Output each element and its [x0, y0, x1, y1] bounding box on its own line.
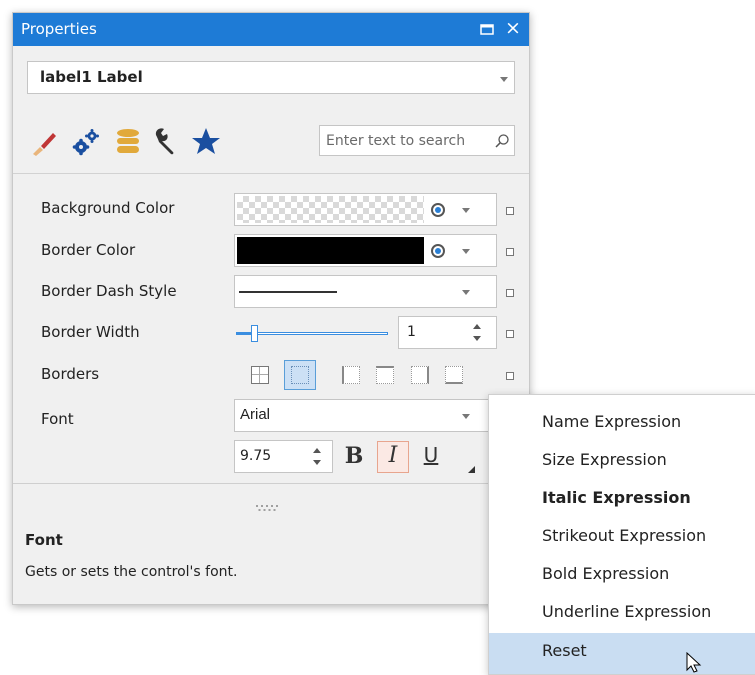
- description-title: Font: [25, 531, 63, 549]
- menu-item-reset[interactable]: Reset: [489, 633, 755, 674]
- bold-button[interactable]: B: [340, 443, 368, 469]
- borders-right-button[interactable]: [411, 366, 429, 384]
- component-selector[interactable]: label1 Label: [27, 61, 515, 94]
- menu-item-label: Underline Expression: [542, 602, 712, 621]
- menu-item-size-expression[interactable]: Size Expression: [489, 442, 755, 479]
- panel-title: Properties: [21, 20, 97, 38]
- color-picker-icon[interactable]: [431, 244, 445, 258]
- menu-item-label: Name Expression: [542, 412, 682, 431]
- spin-up-icon[interactable]: [312, 446, 322, 454]
- spin-down-icon[interactable]: [312, 459, 322, 467]
- reset-marker-icon[interactable]: [506, 289, 514, 297]
- gears-icon[interactable]: [69, 125, 103, 157]
- reset-marker-icon[interactable]: [506, 372, 514, 380]
- color-swatch-transparent: [237, 196, 424, 223]
- color-swatch-black: [237, 237, 424, 264]
- border-color-editor[interactable]: [234, 234, 497, 267]
- wrench-icon[interactable]: [151, 125, 183, 157]
- close-button[interactable]: ×: [504, 19, 522, 38]
- font-family-value: Arial: [240, 406, 271, 423]
- solid-line-icon: [239, 291, 337, 293]
- slider-thumb[interactable]: [251, 325, 258, 342]
- menu-item-label: Size Expression: [542, 450, 667, 469]
- resize-grip-icon[interactable]: [255, 504, 285, 512]
- border-width-slider[interactable]: [236, 323, 392, 345]
- borders-bottom-button[interactable]: [445, 366, 463, 384]
- property-label-font: Font: [41, 410, 74, 428]
- menu-item-italic-expression[interactable]: Italic Expression: [489, 480, 755, 517]
- menu-item-strikeout-expression[interactable]: Strikeout Expression: [489, 518, 755, 555]
- property-label-border-color: Border Color: [41, 241, 136, 259]
- property-label-background-color: Background Color: [41, 199, 175, 217]
- spin-up-icon[interactable]: [472, 322, 482, 330]
- font-family-select[interactable]: Arial: [234, 399, 497, 432]
- menu-item-label: Reset: [542, 641, 587, 660]
- font-size-value: 9.75: [240, 448, 272, 464]
- font-context-menu: Name Expression Size Expression Italic E…: [488, 394, 755, 675]
- description-divider: [13, 483, 529, 484]
- border-dash-style-select[interactable]: [234, 275, 497, 308]
- chevron-down-icon[interactable]: [462, 290, 470, 295]
- spin-down-icon[interactable]: [472, 335, 482, 343]
- reset-marker-icon[interactable]: [506, 248, 514, 256]
- slider-track: [236, 332, 388, 335]
- reset-marker-icon[interactable]: [506, 330, 514, 338]
- chevron-down-icon: [500, 77, 508, 82]
- menu-item-name-expression[interactable]: Name Expression: [489, 404, 755, 441]
- menu-item-label: Strikeout Expression: [542, 526, 707, 545]
- property-label-border-width: Border Width: [41, 323, 140, 341]
- border-grid-lines: [252, 374, 268, 375]
- chevron-down-icon[interactable]: [462, 249, 470, 254]
- color-picker-icon[interactable]: [431, 203, 445, 217]
- maximize-icon[interactable]: [479, 21, 496, 38]
- brush-icon[interactable]: [27, 125, 59, 157]
- border-grid-lines: [259, 367, 260, 383]
- chevron-down-icon[interactable]: [462, 414, 470, 419]
- borders-all-button[interactable]: [251, 366, 269, 384]
- border-width-spinner[interactable]: 1: [398, 316, 497, 349]
- italic-button[interactable]: I: [377, 441, 409, 473]
- toolbar-divider: [13, 173, 529, 174]
- italic-glyph: I: [388, 443, 398, 468]
- menu-item-label: Bold Expression: [542, 564, 670, 583]
- borders-left-button[interactable]: [342, 366, 360, 384]
- star-icon[interactable]: [189, 125, 223, 157]
- underline-button[interactable]: U: [417, 443, 445, 467]
- menu-item-label: Italic Expression: [542, 488, 691, 507]
- search-input[interactable]: [326, 130, 486, 152]
- properties-panel: Properties × label1 Label Enter text to …: [12, 12, 530, 605]
- font-size-spinner[interactable]: 9.75: [234, 440, 333, 473]
- description-text: Gets or sets the control's font.: [25, 564, 238, 580]
- menu-item-bold-expression[interactable]: Bold Expression: [489, 556, 755, 593]
- borders-none-button[interactable]: [284, 360, 316, 390]
- border-none-glyph: [291, 366, 309, 384]
- chevron-down-icon[interactable]: [462, 208, 470, 213]
- database-icon[interactable]: [113, 125, 143, 157]
- borders-top-button[interactable]: [376, 366, 394, 384]
- property-search-box[interactable]: [319, 125, 515, 156]
- menu-item-underline-expression[interactable]: Underline Expression: [489, 594, 755, 631]
- property-label-borders: Borders: [41, 365, 100, 383]
- title-bar: Properties ×: [13, 13, 529, 46]
- background-color-editor[interactable]: [234, 193, 497, 226]
- mouse-pointer-icon: [686, 652, 702, 673]
- property-label-border-dash-style: Border Dash Style: [41, 282, 177, 300]
- selected-component: label1 Label: [40, 68, 143, 86]
- reset-marker-icon[interactable]: [506, 207, 514, 215]
- search-icon[interactable]: [494, 133, 510, 149]
- font-dialog-launcher-icon[interactable]: [468, 466, 476, 474]
- border-width-value: 1: [407, 324, 416, 340]
